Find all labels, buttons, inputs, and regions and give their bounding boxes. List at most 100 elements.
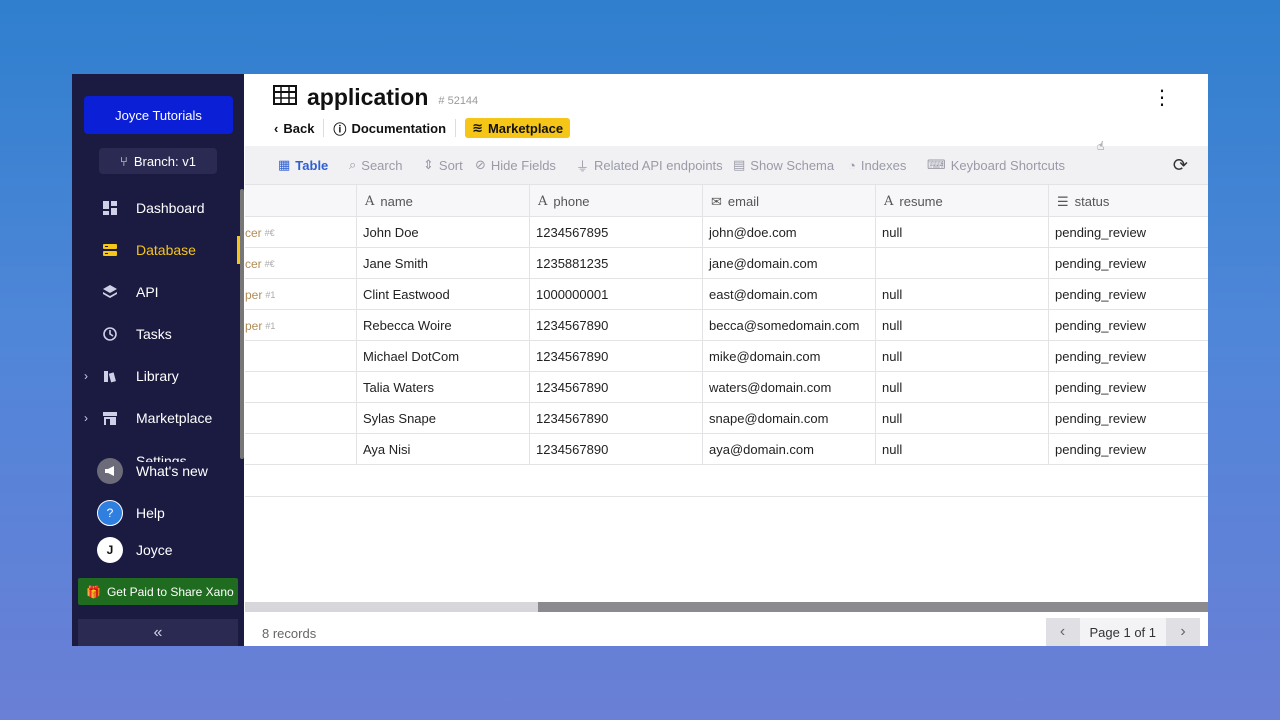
truncated-cell[interactable] — [245, 341, 356, 372]
next-page-button[interactable]: › — [1166, 618, 1200, 646]
cell-resume[interactable] — [875, 248, 1048, 279]
help-button[interactable]: ? Help — [97, 500, 165, 526]
documentation-link[interactable]: ⓘ Documentation — [333, 119, 446, 138]
sort-button[interactable]: ⇕ Sort — [423, 157, 463, 173]
truncated-cell[interactable]: cer #€ — [245, 248, 356, 279]
sidebar-item-dashboard[interactable]: Dashboard — [72, 193, 240, 223]
cell-phone[interactable]: 1234567890 — [529, 372, 702, 403]
column-header-phone[interactable]: A phone — [529, 185, 702, 218]
cell-status[interactable]: pending_review — [1048, 372, 1208, 403]
gift-icon: 🎁 — [86, 584, 101, 599]
cell-resume[interactable]: null — [875, 403, 1048, 434]
back-link[interactable]: ‹ Back — [274, 121, 314, 136]
cell-status[interactable]: pending_review — [1048, 403, 1208, 434]
prev-page-button[interactable]: ‹ — [1045, 618, 1080, 646]
whats-new-button[interactable]: What's new — [97, 458, 208, 484]
related-endpoints-button[interactable]: ⏚ Related API endpoints — [576, 156, 723, 175]
cell-resume[interactable]: null — [875, 372, 1048, 403]
cell-resume[interactable]: null — [875, 310, 1048, 341]
cell-phone[interactable]: 1234567890 — [529, 403, 702, 434]
active-indicator — [237, 236, 240, 264]
show-schema-button[interactable]: ▤ Show Schema — [733, 157, 834, 173]
cell-name[interactable]: Michael DotCom — [356, 341, 529, 372]
table-row[interactable]: Aya Nisi 1234567890 aya@domain.com null pend… — [245, 434, 1208, 465]
truncated-cell[interactable] — [245, 372, 356, 403]
cell-email[interactable]: jane@domain.com — [702, 248, 875, 279]
sidebar-item-library[interactable]: › Library — [72, 361, 240, 391]
indexes-button[interactable]: ◔ Indexes — [848, 158, 906, 173]
truncated-cell[interactable]: cer #€ — [245, 217, 356, 248]
truncated-cell-id: #€ — [264, 258, 275, 269]
truncated-cell[interactable] — [245, 434, 356, 465]
cell-name[interactable]: Aya Nisi — [356, 434, 529, 465]
sidebar-scrollbar[interactable] — [240, 189, 244, 459]
cell-name[interactable]: Jane Smith — [356, 248, 529, 279]
cell-name[interactable]: Clint Eastwood — [356, 279, 529, 310]
horizontal-scrollbar[interactable] — [245, 602, 1208, 612]
user-button[interactable]: J Joyce — [97, 537, 173, 563]
cell-phone[interactable]: 1234567895 — [529, 217, 702, 248]
table-row[interactable]: per #1 Rebecca Woire 1234567890 becca@somedo… — [245, 310, 1208, 341]
cell-phone[interactable]: 1000000001 — [529, 279, 702, 310]
column-header-email[interactable]: ✉ email — [702, 185, 875, 218]
truncated-cell[interactable]: per #1 — [245, 310, 356, 341]
truncated-cell[interactable]: per #1 — [245, 279, 356, 310]
cell-email[interactable]: john@doe.com — [702, 217, 875, 248]
chevron-right-icon[interactable]: › — [84, 369, 88, 383]
sidebar-item-marketplace[interactable]: › Marketplace — [72, 403, 240, 433]
tab-table[interactable]: ▦ Table — [278, 157, 328, 173]
cell-name[interactable]: Talia Waters — [356, 372, 529, 403]
more-options-icon[interactable]: ⋮ — [1152, 88, 1172, 108]
cell-name[interactable]: John Doe — [356, 217, 529, 248]
cell-phone[interactable]: 1234567890 — [529, 310, 702, 341]
keyboard-icon: ⌨ — [927, 157, 946, 172]
cell-email[interactable]: east@domain.com — [702, 279, 875, 310]
column-header-resume[interactable]: A resume — [875, 185, 1048, 218]
table-row[interactable]: Michael DotCom 1234567890 mike@domain.com n… — [245, 341, 1208, 372]
column-header-status[interactable]: ☰ status — [1048, 185, 1208, 218]
cell-status[interactable]: pending_review — [1048, 217, 1208, 248]
table-row[interactable]: cer #€ John Doe 1234567895 john@doe.com null p… — [245, 217, 1208, 248]
sidebar-item-tasks[interactable]: Tasks — [72, 319, 240, 349]
refresh-icon[interactable]: ⟳ — [1173, 155, 1188, 176]
promo-banner[interactable]: 🎁 Get Paid to Share Xano — [78, 578, 238, 605]
cell-phone[interactable]: 1234567890 — [529, 341, 702, 372]
cell-resume[interactable]: null — [875, 279, 1048, 310]
table-row[interactable]: Sylas Snape 1234567890 snape@domain.com nul… — [245, 403, 1208, 434]
cell-status[interactable]: pending_review — [1048, 310, 1208, 341]
sidebar-item-database[interactable]: Database — [72, 235, 240, 265]
workspace-button[interactable]: Joyce Tutorials — [84, 96, 233, 134]
cell-resume[interactable]: null — [875, 434, 1048, 465]
collapse-sidebar-button[interactable]: « — [78, 619, 238, 646]
branch-selector[interactable]: ⑂ Branch: v1 — [99, 148, 217, 174]
cell-status[interactable]: pending_review — [1048, 248, 1208, 279]
column-header-name[interactable]: A name — [356, 185, 529, 218]
marketplace-link[interactable]: ≋ Marketplace — [465, 118, 571, 138]
cell-status[interactable]: pending_review — [1048, 341, 1208, 372]
cell-name[interactable]: Rebecca Woire — [356, 310, 529, 341]
keyboard-shortcuts-button[interactable]: ⌨ Keyboard Shortcuts — [927, 157, 1065, 173]
cell-email[interactable]: mike@domain.com — [702, 341, 875, 372]
sidebar-item-api[interactable]: API — [72, 277, 240, 307]
cell-email[interactable]: aya@domain.com — [702, 434, 875, 465]
cell-status[interactable]: pending_review — [1048, 434, 1208, 465]
table-row[interactable]: per #1 Clint Eastwood 1000000001 east@domain… — [245, 279, 1208, 310]
cell-email[interactable]: becca@somedomain.com — [702, 310, 875, 341]
scrollbar-thumb[interactable] — [538, 602, 1208, 612]
hide-fields-button[interactable]: ⊘ Hide Fields — [475, 157, 556, 173]
cell-email[interactable]: waters@domain.com — [702, 372, 875, 403]
table-row[interactable]: Talia Waters 1234567890 waters@domain.com n… — [245, 372, 1208, 403]
cell-phone[interactable]: 1234567890 — [529, 434, 702, 465]
chevron-right-icon[interactable]: › — [84, 411, 88, 425]
truncated-cell[interactable] — [245, 403, 356, 434]
cell-status[interactable]: pending_review — [1048, 279, 1208, 310]
cell-email[interactable]: snape@domain.com — [702, 403, 875, 434]
cell-resume[interactable]: null — [875, 341, 1048, 372]
cell-name[interactable]: Sylas Snape — [356, 403, 529, 434]
search-button[interactable]: ⌕ Search — [349, 157, 402, 173]
cell-phone[interactable]: 1235881235 — [529, 248, 702, 279]
shortcuts-label: Keyboard Shortcuts — [950, 157, 1065, 173]
text-type-icon: A — [884, 194, 894, 209]
cell-resume[interactable]: null — [875, 217, 1048, 248]
table-row[interactable]: cer #€ Jane Smith 1235881235 jane@domain.com… — [245, 248, 1208, 279]
